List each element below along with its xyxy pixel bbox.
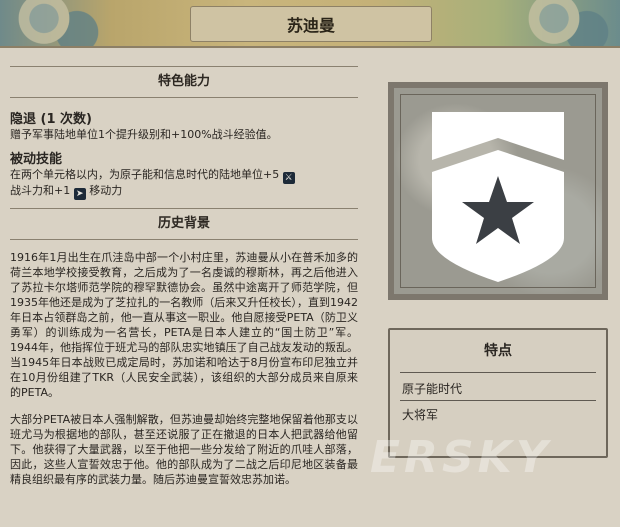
passive-line1: 在两个单元格以内，为原子能和信息时代的陆地单位+5	[10, 168, 280, 181]
traits-divider-mid	[400, 400, 596, 401]
right-column: 特点 原子能时代 大将军	[388, 82, 608, 458]
passive-desc: 在两个单元格以内，为原子能和信息时代的陆地单位+5 ⚔ 战斗力和+1 ➤ 移动力	[10, 168, 358, 200]
passive-line2a: 战斗力和+1	[10, 184, 71, 197]
header-banner: 苏迪曼	[0, 0, 620, 48]
ability-title: 隐退 (1 次数)	[10, 112, 92, 127]
abilities-heading: 特色能力	[10, 66, 358, 98]
history-paragraph-1: 1916年1月出生在爪洼岛中部一个小村庄里，苏迪曼从小在普禾加多的荷兰本地学校接…	[10, 251, 358, 399]
ability-desc: 赠予军事陆地单位1个提升级别和+100%战斗经验值。	[10, 128, 278, 141]
left-column: 特色能力 隐退 (1 次数) 赠予军事陆地单位1个提升级别和+100%战斗经验值…	[10, 66, 358, 487]
history-heading: 历史背景	[10, 208, 358, 240]
sword-icon: ⚔	[282, 172, 295, 184]
traits-divider-top	[400, 372, 596, 373]
movement-arrow-icon: ➤	[73, 188, 86, 200]
traits-heading: 特点	[484, 343, 512, 359]
trait-item: 大将军	[402, 408, 439, 422]
emblem-frame	[388, 82, 608, 300]
shield-star-icon	[432, 112, 564, 282]
trait-item: 原子能时代	[402, 382, 463, 396]
passive-line2b: 移动力	[89, 184, 123, 197]
page-title: 苏迪曼	[286, 16, 335, 35]
passive-title: 被动技能	[10, 152, 63, 167]
title-plate: 苏迪曼	[190, 6, 432, 42]
watermark: ERSKY	[370, 432, 552, 483]
history-paragraph-2: 大部分PETA被日本人强制解散，但苏迪曼却始终完整地保留着他那支以班尤马为根据地…	[10, 413, 358, 486]
